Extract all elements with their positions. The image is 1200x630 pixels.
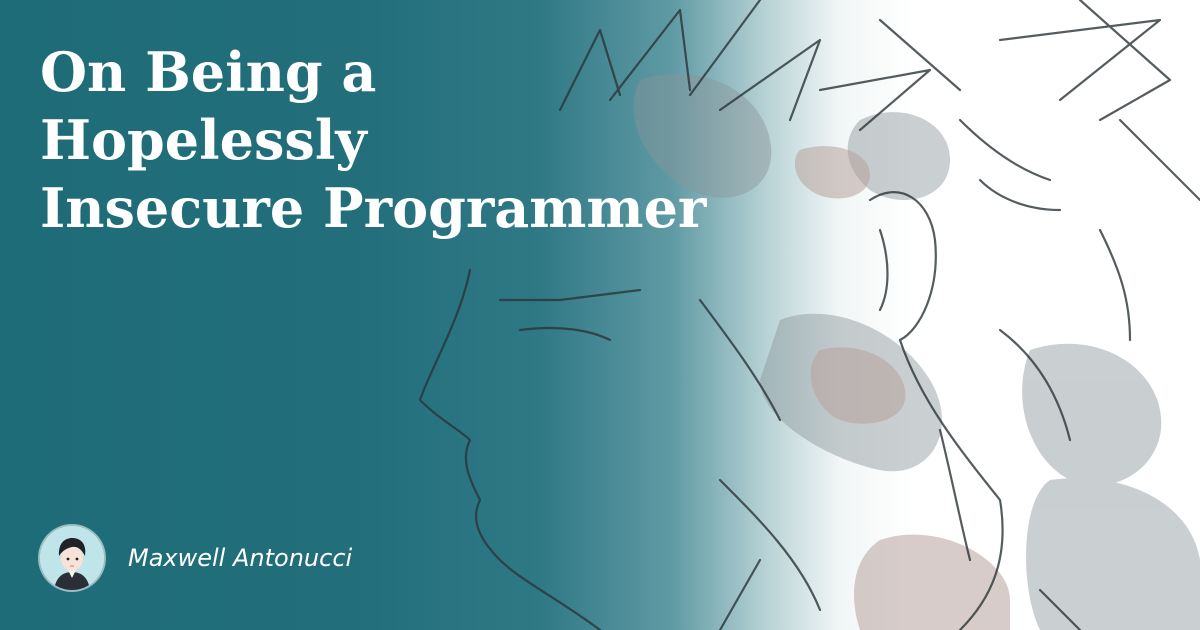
title-line-2: Hopelessly xyxy=(40,108,367,172)
author-byline: Maxwell Antonucci xyxy=(40,526,352,590)
cover-card: On Being a Hopelessly Insecure Programme… xyxy=(0,0,1200,630)
anime-portrait-avatar-icon xyxy=(40,526,104,590)
title-line-3: Insecure Programmer xyxy=(40,176,707,240)
sketch-shading-warm xyxy=(794,146,1010,630)
author-name[interactable]: Maxwell Antonucci xyxy=(128,544,352,572)
avatar xyxy=(40,526,104,590)
post-title: On Being a Hopelessly Insecure Programme… xyxy=(40,38,740,242)
title-line-1: On Being a xyxy=(40,40,377,104)
